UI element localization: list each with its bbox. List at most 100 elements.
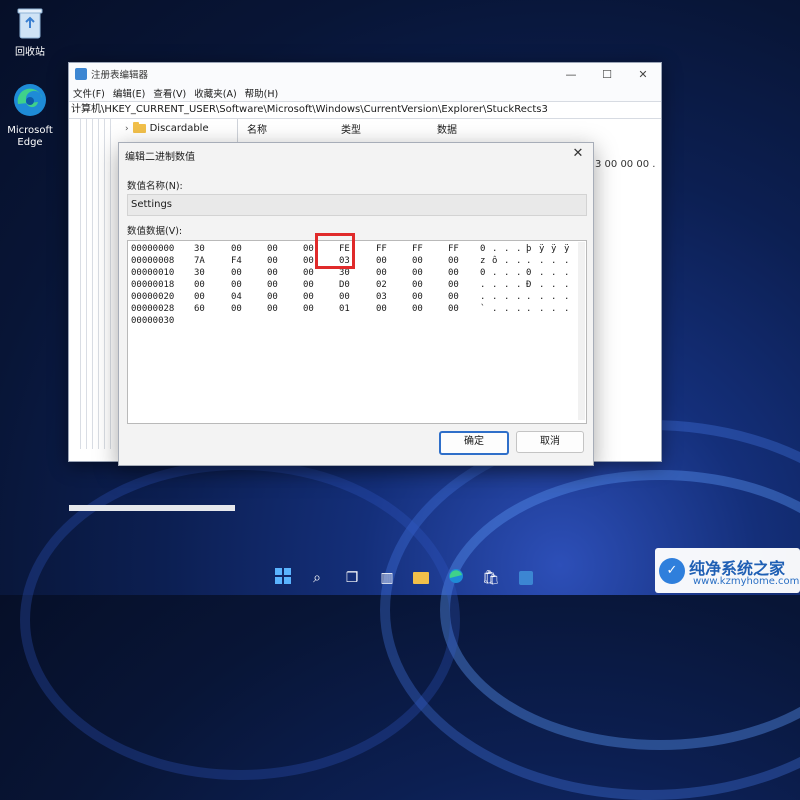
- hex-byte[interactable]: 00: [448, 291, 459, 303]
- dialog-close-button[interactable]: ✕: [569, 145, 587, 163]
- menu-help[interactable]: 帮助(H): [245, 86, 279, 100]
- hex-byte[interactable]: 00: [376, 303, 387, 315]
- hex-byte[interactable]: 00: [448, 255, 459, 267]
- hex-byte[interactable]: 00: [412, 279, 423, 291]
- hex-byte[interactable]: 01: [339, 303, 350, 315]
- hex-row[interactable]: 00000018 00 00 00 00 D0 02 00 00.... Ð...: [128, 279, 586, 291]
- hex-row[interactable]: 00000008 7A F4 00 00 03 00 00 00 z ô......: [128, 255, 586, 267]
- hex-ascii-char[interactable]: .: [564, 267, 569, 279]
- task-view-button[interactable]: ❐: [341, 568, 363, 588]
- value-data-cell[interactable]: 3 00 00 00 .: [595, 159, 655, 170]
- hex-byte[interactable]: 00: [448, 267, 459, 279]
- search-button[interactable]: ⌕: [306, 568, 328, 588]
- hex-ascii-char[interactable]: .: [492, 303, 497, 315]
- hex-byte[interactable]: D0: [339, 279, 350, 291]
- close-button[interactable]: ✕: [625, 63, 661, 85]
- hex-row[interactable]: 00000030: [128, 315, 586, 327]
- hex-ascii-char[interactable]: .: [516, 243, 521, 255]
- value-data-editor[interactable]: 00000000 30 00 00 00 FE FF FF FF 0... þ ÿ ÿ ÿ 00000008…: [127, 240, 587, 424]
- hex-byte[interactable]: 00: [194, 279, 205, 291]
- hex-byte[interactable]: 00: [231, 267, 242, 279]
- hex-ascii-char[interactable]: .: [526, 303, 531, 315]
- regedit-taskbar-button[interactable]: [515, 568, 537, 588]
- hex-ascii-char[interactable]: .: [492, 279, 497, 291]
- hex-byte[interactable]: 00: [303, 243, 314, 255]
- hex-ascii-char[interactable]: .: [516, 303, 521, 315]
- hex-ascii-char[interactable]: .: [516, 267, 521, 279]
- hex-ascii-char[interactable]: .: [504, 267, 509, 279]
- hex-byte[interactable]: 00: [376, 267, 387, 279]
- hex-ascii-char[interactable]: .: [516, 291, 521, 303]
- hex-ascii-char[interactable]: .: [480, 279, 485, 291]
- cancel-button[interactable]: 取消: [516, 431, 584, 453]
- hex-ascii-char[interactable]: z: [480, 255, 485, 267]
- edge-taskbar-button[interactable]: [445, 568, 467, 588]
- hex-ascii-char[interactable]: Ð: [526, 279, 531, 291]
- hex-ascii-char[interactable]: .: [504, 279, 509, 291]
- hex-ascii-char[interactable]: .: [516, 279, 521, 291]
- tree-horizontal-scrollbar[interactable]: [69, 505, 235, 511]
- hex-row[interactable]: 00000010 30 00 00 00 30 00 00 00 0... 0...: [128, 267, 586, 279]
- hex-ascii-char[interactable]: .: [492, 267, 497, 279]
- hex-ascii-char[interactable]: þ: [526, 243, 531, 255]
- hex-ascii-char[interactable]: .: [551, 267, 556, 279]
- file-explorer-button[interactable]: [410, 568, 432, 588]
- hex-ascii-char[interactable]: .: [539, 303, 544, 315]
- hex-byte[interactable]: 00: [303, 291, 314, 303]
- hex-byte[interactable]: 30: [194, 243, 205, 255]
- start-button[interactable]: [272, 568, 294, 588]
- hex-ascii-char[interactable]: 0: [526, 267, 531, 279]
- menu-file[interactable]: 文件(F): [73, 86, 105, 100]
- hex-byte[interactable]: 04: [231, 291, 242, 303]
- hex-byte[interactable]: 00: [412, 303, 423, 315]
- hex-byte[interactable]: 00: [303, 267, 314, 279]
- hex-byte[interactable]: 00: [267, 243, 278, 255]
- column-type[interactable]: 类型: [341, 121, 361, 136]
- menu-favorites[interactable]: 收藏夹(A): [194, 86, 236, 100]
- hex-ascii-char[interactable]: ÿ: [564, 243, 569, 255]
- address-bar[interactable]: 计算机\HKEY_CURRENT_USER\Software\Microsoft…: [69, 101, 661, 119]
- hex-ascii-char[interactable]: ô: [492, 255, 497, 267]
- ok-button[interactable]: 确定: [439, 431, 509, 455]
- hex-byte[interactable]: 00: [412, 291, 423, 303]
- hex-ascii-char[interactable]: 0: [480, 243, 485, 255]
- hex-ascii-char[interactable]: ÿ: [551, 243, 556, 255]
- hex-ascii-char[interactable]: .: [564, 303, 569, 315]
- menu-view[interactable]: 查看(V): [153, 86, 186, 100]
- column-name[interactable]: 名称: [247, 121, 267, 136]
- hex-ascii-char[interactable]: .: [526, 291, 531, 303]
- hex-ascii-char[interactable]: .: [504, 255, 509, 267]
- hex-byte[interactable]: 00: [231, 279, 242, 291]
- hex-byte[interactable]: 02: [376, 279, 387, 291]
- hex-ascii-char[interactable]: .: [492, 243, 497, 255]
- hex-ascii-char[interactable]: ÿ: [539, 243, 544, 255]
- hex-ascii-char[interactable]: .: [480, 291, 485, 303]
- hex-ascii-char[interactable]: .: [551, 279, 556, 291]
- hex-byte[interactable]: F4: [231, 255, 242, 267]
- hex-ascii-char[interactable]: .: [564, 291, 569, 303]
- hex-byte[interactable]: 00: [303, 303, 314, 315]
- hex-byte[interactable]: 00: [448, 303, 459, 315]
- hex-ascii-char[interactable]: .: [526, 255, 531, 267]
- minimize-button[interactable]: —: [553, 63, 589, 85]
- hex-row[interactable]: 00000020 00 04 00 00 00 03 00 00........: [128, 291, 586, 303]
- hex-byte[interactable]: 00: [339, 291, 350, 303]
- hex-byte[interactable]: FF: [448, 243, 459, 255]
- hex-ascii-char[interactable]: .: [539, 279, 544, 291]
- hex-row[interactable]: 00000000 30 00 00 00 FE FF FF FF 0... þ ÿ ÿ ÿ: [128, 243, 586, 255]
- hex-byte[interactable]: 00: [412, 267, 423, 279]
- hex-ascii-char[interactable]: .: [492, 291, 497, 303]
- hex-byte[interactable]: FF: [412, 243, 423, 255]
- hex-byte[interactable]: 00: [231, 303, 242, 315]
- hex-byte[interactable]: 00: [267, 267, 278, 279]
- hex-ascii-char[interactable]: .: [539, 267, 544, 279]
- hex-byte[interactable]: 00: [231, 243, 242, 255]
- hex-byte[interactable]: 00: [303, 255, 314, 267]
- hex-ascii-char[interactable]: .: [564, 255, 569, 267]
- hex-byte[interactable]: 60: [194, 303, 205, 315]
- hex-byte[interactable]: FF: [376, 243, 387, 255]
- hex-byte[interactable]: 00: [376, 255, 387, 267]
- store-button[interactable]: 🛍: [480, 568, 502, 588]
- chevron-right-icon[interactable]: ›: [125, 124, 129, 134]
- hex-ascii-char[interactable]: .: [551, 303, 556, 315]
